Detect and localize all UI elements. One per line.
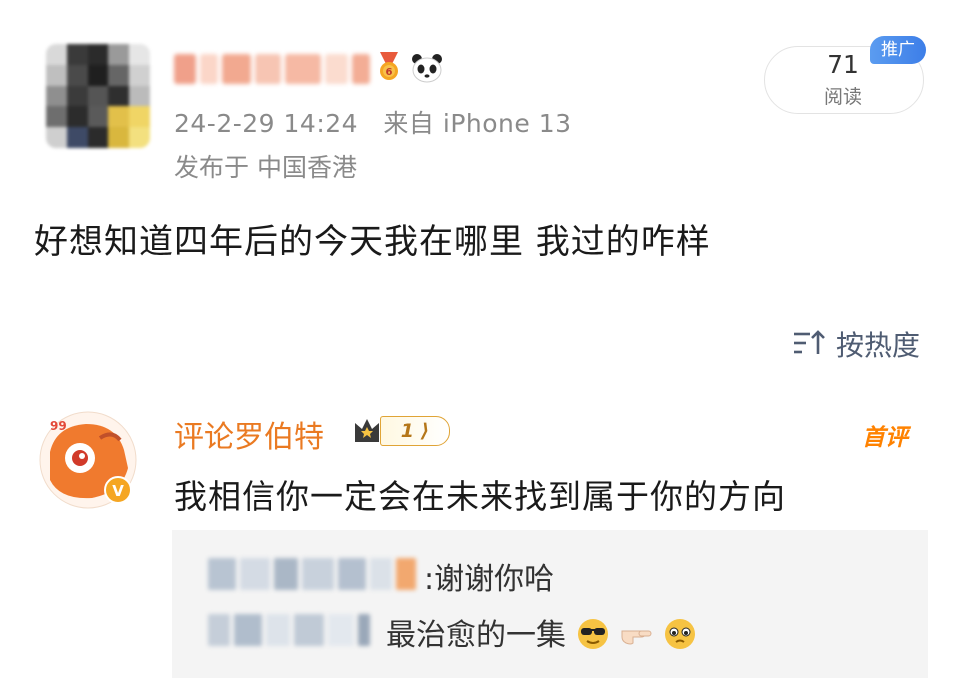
sort-icon[interactable] xyxy=(792,328,826,358)
post-location: 发布于 中国香港 xyxy=(174,153,357,182)
promo-badge[interactable]: 推广 xyxy=(870,36,926,64)
cool-face-emoji xyxy=(577,619,608,649)
post-text: 好想知道四年后的今天我在哪里 我过的咋样 xyxy=(34,222,711,262)
reply-text: 最治愈的一集 xyxy=(386,618,566,653)
read-label: 阅读 xyxy=(823,86,862,108)
post-source: 来自 iPhone 13 xyxy=(383,109,572,138)
sort-by-heat-button[interactable]: 按热度 xyxy=(836,324,920,364)
comment-text: 我相信你一定会在未来找到属于你的方向 xyxy=(174,477,786,516)
commenter-name[interactable]: 评论罗伯特 xyxy=(174,412,324,456)
panda-icon xyxy=(412,54,442,83)
reply-author-blurred[interactable] xyxy=(208,558,422,590)
pointing-hand-emoji xyxy=(621,630,652,645)
crown-icon xyxy=(355,419,379,442)
reply-text: :谢谢你哈 xyxy=(424,562,555,597)
commenter-avatar[interactable]: 99 V xyxy=(36,408,140,512)
svg-text:6: 6 xyxy=(386,67,393,78)
svg-text:99: 99 xyxy=(50,419,67,433)
reply-line: 最治愈的一集 xyxy=(386,610,697,654)
pleading-face-emoji xyxy=(664,619,695,649)
post-meta: 24-2-29 14:24 来自 iPhone 13 xyxy=(174,104,572,140)
user-avatar[interactable] xyxy=(46,44,150,148)
level-number: 1 xyxy=(400,420,414,442)
level-badge: 1 ⟩ xyxy=(380,416,450,446)
svg-text:V: V xyxy=(112,482,124,500)
username-blurred[interactable] xyxy=(174,54,371,84)
medal-icon: 6 xyxy=(380,52,398,80)
post-timestamp: 24-2-29 14:24 xyxy=(174,109,359,138)
replies-panel[interactable] xyxy=(172,530,928,678)
first-comment-badge: 首评 xyxy=(862,425,908,451)
reply-author-blurred[interactable] xyxy=(208,614,376,646)
